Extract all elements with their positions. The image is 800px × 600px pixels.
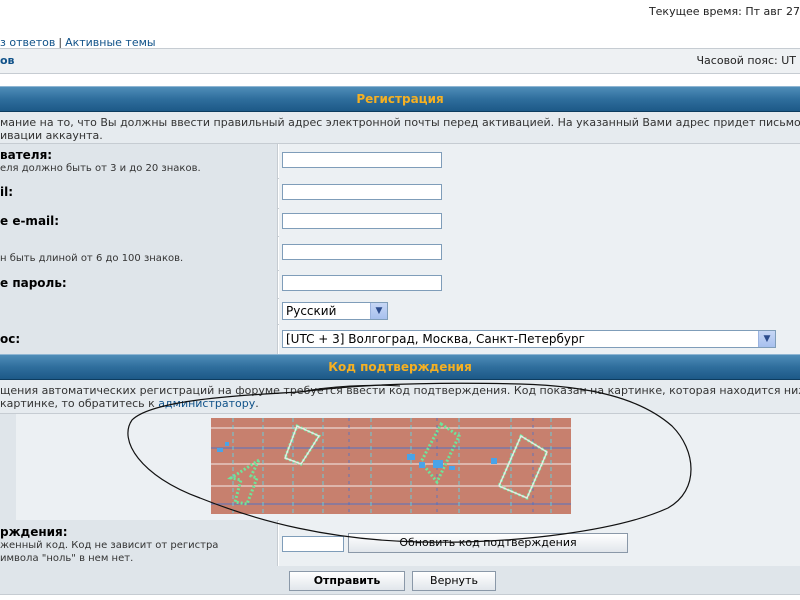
timezone-label: Часовой пояс: UT bbox=[696, 54, 796, 67]
confirmation-code-explain-1: женный код. Код не зависит от регистра bbox=[0, 540, 219, 551]
chevron-down-icon: ▼ bbox=[370, 303, 387, 319]
form-row-email-confirm: e e-mail: bbox=[0, 208, 800, 237]
password-explain: н быть длиной от 6 до 100 знаков. bbox=[0, 253, 184, 264]
confirmation-code-label: рждения: bbox=[0, 525, 68, 539]
confirmation-info-line-1: щения автоматических регистраций на фору… bbox=[0, 384, 800, 397]
email-confirm-value-cell bbox=[279, 208, 800, 236]
confirmation-info-period: . bbox=[255, 397, 259, 410]
refresh-code-button[interactable]: Обновить код подтверждения bbox=[348, 533, 628, 553]
back-button[interactable]: Вернуть bbox=[412, 571, 496, 591]
email-label-cell: il: bbox=[0, 178, 278, 208]
registration-info-line-1: мание на то, что Вы должны ввести правил… bbox=[0, 116, 800, 129]
current-time: Текущее время: Пт авг 27 bbox=[648, 5, 800, 18]
language-value-cell: Русский ▼ bbox=[279, 298, 800, 324]
form-row-password-confirm: e пароль: bbox=[0, 270, 800, 299]
password-confirm-label: e пароль: bbox=[0, 276, 67, 290]
timezone-value-cell: [UTC + 3] Волгоград, Москва, Санкт-Петер… bbox=[279, 324, 800, 354]
password-confirm-value-cell bbox=[279, 270, 800, 298]
email-confirm-input[interactable] bbox=[282, 213, 442, 229]
timezone-label-cell: ос: bbox=[0, 324, 278, 354]
form-row-username: вателя: еля должно быть от 3 и до 20 зна… bbox=[0, 144, 800, 179]
password-value-cell bbox=[279, 236, 800, 270]
confirmation-info-text: картинке, то обратитесь к bbox=[0, 397, 159, 410]
form-row-password: н быть длиной от 6 до 100 знаков. bbox=[0, 236, 800, 271]
username-explain: еля должно быть от 3 и до 20 знаков. bbox=[0, 163, 201, 174]
registration-info: мание на то, что Вы должны ввести правил… bbox=[0, 112, 800, 144]
confirmation-info: щения автоматических регистраций на фору… bbox=[0, 380, 800, 414]
timezone-select-value: [UTC + 3] Волгоград, Москва, Санкт-Петер… bbox=[286, 332, 585, 346]
language-select-value: Русский bbox=[286, 304, 337, 318]
language-select[interactable]: Русский ▼ bbox=[282, 302, 388, 320]
confirmation-info-line-2: картинке, то обратитесь к администратору… bbox=[0, 397, 800, 410]
registration-header: Регистрация bbox=[0, 86, 800, 112]
sub-navbar: ов Часовой пояс: UT bbox=[0, 48, 800, 74]
confirmation-code-label-cell: рждения: женный код. Код не зависит от р… bbox=[0, 520, 278, 566]
username-value-cell bbox=[279, 144, 800, 178]
chevron-down-icon: ▼ bbox=[758, 331, 775, 347]
email-label: il: bbox=[0, 185, 14, 199]
confirmation-header: Код подтверждения bbox=[0, 354, 800, 380]
confirmation-code-input[interactable] bbox=[282, 536, 344, 552]
captcha-image bbox=[211, 418, 571, 514]
breadcrumb[interactable]: ов bbox=[0, 54, 15, 67]
form-buttons-bar: Отправить Вернуть bbox=[0, 566, 800, 595]
form-row-timezone: ос: [UTC + 3] Волгоград, Москва, Санкт-П… bbox=[0, 324, 800, 355]
username-label: вателя: bbox=[0, 148, 53, 162]
email-confirm-label: e e-mail: bbox=[0, 214, 60, 228]
submit-button[interactable]: Отправить bbox=[289, 571, 405, 591]
form-row-confirmation-code: рждения: женный код. Код не зависит от р… bbox=[0, 520, 800, 567]
password-label-cell: н быть длиной от 6 до 100 знаков. bbox=[0, 236, 278, 270]
confirmation-code-value-cell: Обновить код подтверждения bbox=[279, 520, 800, 566]
email-confirm-label-cell: e e-mail: bbox=[0, 208, 278, 236]
registration-info-line-2: ивации аккаунта. bbox=[0, 129, 103, 142]
username-input[interactable] bbox=[282, 152, 442, 168]
timezone-field-label: ос: bbox=[0, 332, 21, 346]
captcha-label-strip bbox=[0, 414, 16, 520]
password-confirm-input[interactable] bbox=[282, 275, 442, 291]
language-label-cell bbox=[0, 298, 278, 324]
timezone-select[interactable]: [UTC + 3] Волгоград, Москва, Санкт-Петер… bbox=[282, 330, 776, 348]
form-row-email: il: bbox=[0, 178, 800, 209]
confirmation-code-explain-2: имвола "ноль" в нем нет. bbox=[0, 553, 134, 564]
admin-link[interactable]: администратору bbox=[158, 397, 255, 410]
username-label-cell: вателя: еля должно быть от 3 и до 20 зна… bbox=[0, 144, 278, 178]
email-value-cell bbox=[279, 178, 800, 208]
email-input[interactable] bbox=[282, 184, 442, 200]
form-row-language: Русский ▼ bbox=[0, 298, 800, 325]
password-input[interactable] bbox=[282, 244, 442, 260]
password-confirm-label-cell: e пароль: bbox=[0, 270, 278, 298]
